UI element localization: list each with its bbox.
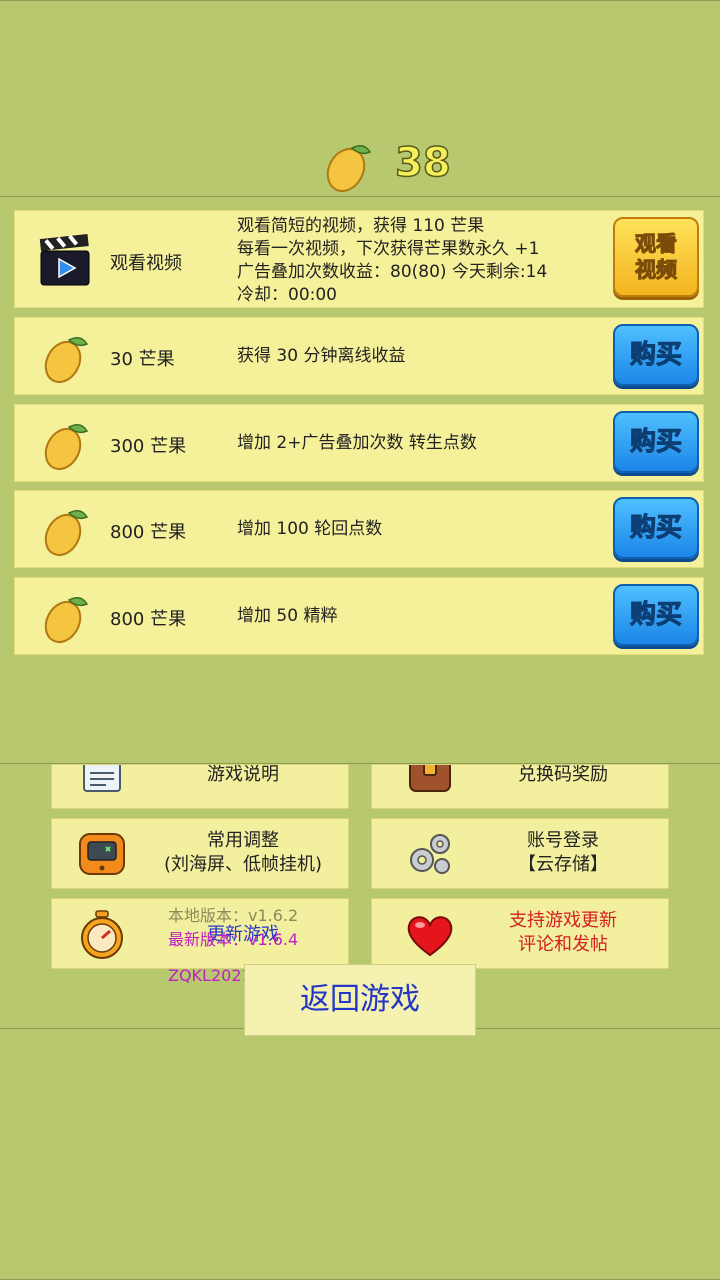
- account-login-label: 账号登录 【云存储】: [462, 829, 664, 877]
- watch-video-button[interactable]: 观看 视频: [613, 217, 699, 297]
- support-game-button[interactable]: 支持游戏更新 评论和发帖: [371, 898, 669, 969]
- document-icon: [83, 765, 121, 792]
- mango-icon: [44, 337, 89, 384]
- video-stack-text: 广告叠加次数收益：80(80) 今天剩余:14: [237, 262, 548, 282]
- shop-row: 300 芒果 增加 2+广告叠加次数 转生点数 购买: [14, 404, 704, 482]
- shop-item-desc: 增加 100 轮回点数: [237, 519, 383, 539]
- shop-item-title: 30 芒果: [110, 349, 175, 370]
- watch-button-line2: 视频: [635, 258, 678, 283]
- buy-button[interactable]: 购买: [613, 411, 699, 473]
- mango-icon: [44, 424, 89, 471]
- buy-button[interactable]: 购买: [613, 584, 699, 646]
- account-login-button[interactable]: 账号登录 【云存储】: [371, 818, 669, 889]
- watch-button-line1: 观看: [635, 232, 678, 257]
- login-label-line1: 账号登录: [527, 830, 599, 851]
- watch-video-desc: 观看简短的视频，获得 110 芒果 每看一次视频，下次获得芒果数永久 +1 广告…: [237, 215, 547, 307]
- buy-button[interactable]: 购买: [613, 497, 699, 559]
- video-clapper-icon: [39, 234, 90, 286]
- shop-item-title: 800 芒果: [110, 609, 187, 630]
- shop-item-desc: 获得 30 分钟离线收益: [237, 346, 406, 366]
- top-border: [0, 0, 720, 1]
- header-divider: [0, 196, 720, 197]
- heart-icon: [407, 916, 453, 957]
- back-to-game-button[interactable]: 返回游戏: [244, 964, 476, 1036]
- buy-button[interactable]: 购买: [613, 324, 699, 386]
- shop-item-title: 300 芒果: [110, 436, 187, 457]
- video-bonus-text: 每看一次视频，下次获得芒果数永久 +1: [237, 239, 540, 259]
- shop-item-desc: 增加 50 精粹: [237, 606, 338, 626]
- watch-video-row: 观看视频 观看简短的视频，获得 110 芒果 每看一次视频，下次获得芒果数永久 …: [14, 210, 704, 308]
- game-help-button[interactable]: 游戏说明: [51, 764, 349, 809]
- settings-label: 常用调整 (刘海屏、低帧挂机): [142, 829, 344, 877]
- version-code-text: ZQKL2021: [168, 966, 252, 985]
- support-label-line1: 支持游戏更新: [509, 910, 617, 931]
- watch-video-title: 观看视频: [110, 253, 182, 274]
- redeem-code-button[interactable]: 兑换码奖励: [371, 764, 669, 809]
- gear-icon: [410, 834, 450, 874]
- settings-label-line2: (刘海屏、低帧挂机): [163, 854, 323, 875]
- mango-icon: [326, 145, 372, 193]
- video-cooldown-text: 冷却：00:00: [237, 285, 337, 305]
- latest-version-text: 最新版本：v1.6.4: [168, 930, 299, 949]
- gamepad-icon: [79, 833, 125, 875]
- mango-icon: [44, 510, 89, 557]
- shop-row: 800 芒果 增加 100 轮回点数 购买: [14, 490, 704, 568]
- shop-item-title: 800 芒果: [110, 522, 187, 543]
- mango-icon: [44, 597, 89, 644]
- shop-item-desc: 增加 2+广告叠加次数 转生点数: [237, 433, 477, 453]
- support-label-line2: 评论和发帖: [518, 934, 608, 955]
- treasure-bag-icon: [409, 765, 451, 792]
- shop-row: 800 芒果 增加 50 精粹 购买: [14, 577, 704, 655]
- mango-count: 38: [394, 139, 451, 187]
- settings-button[interactable]: 常用调整 (刘海屏、低帧挂机): [51, 818, 349, 889]
- support-game-label: 支持游戏更新 评论和发帖: [462, 909, 664, 957]
- stopwatch-icon: [81, 910, 123, 959]
- video-reward-text: 观看简短的视频，获得 110 芒果: [237, 216, 485, 236]
- game-help-label: 游戏说明: [207, 764, 279, 785]
- local-version-text: 本地版本：v1.6.2: [168, 906, 299, 925]
- shop-row: 30 芒果 获得 30 分钟离线收益 购买: [14, 317, 704, 395]
- login-label-line2: 【云存储】: [518, 854, 608, 875]
- redeem-code-label: 兑换码奖励: [518, 764, 608, 785]
- settings-label-line1: 常用调整: [207, 830, 279, 851]
